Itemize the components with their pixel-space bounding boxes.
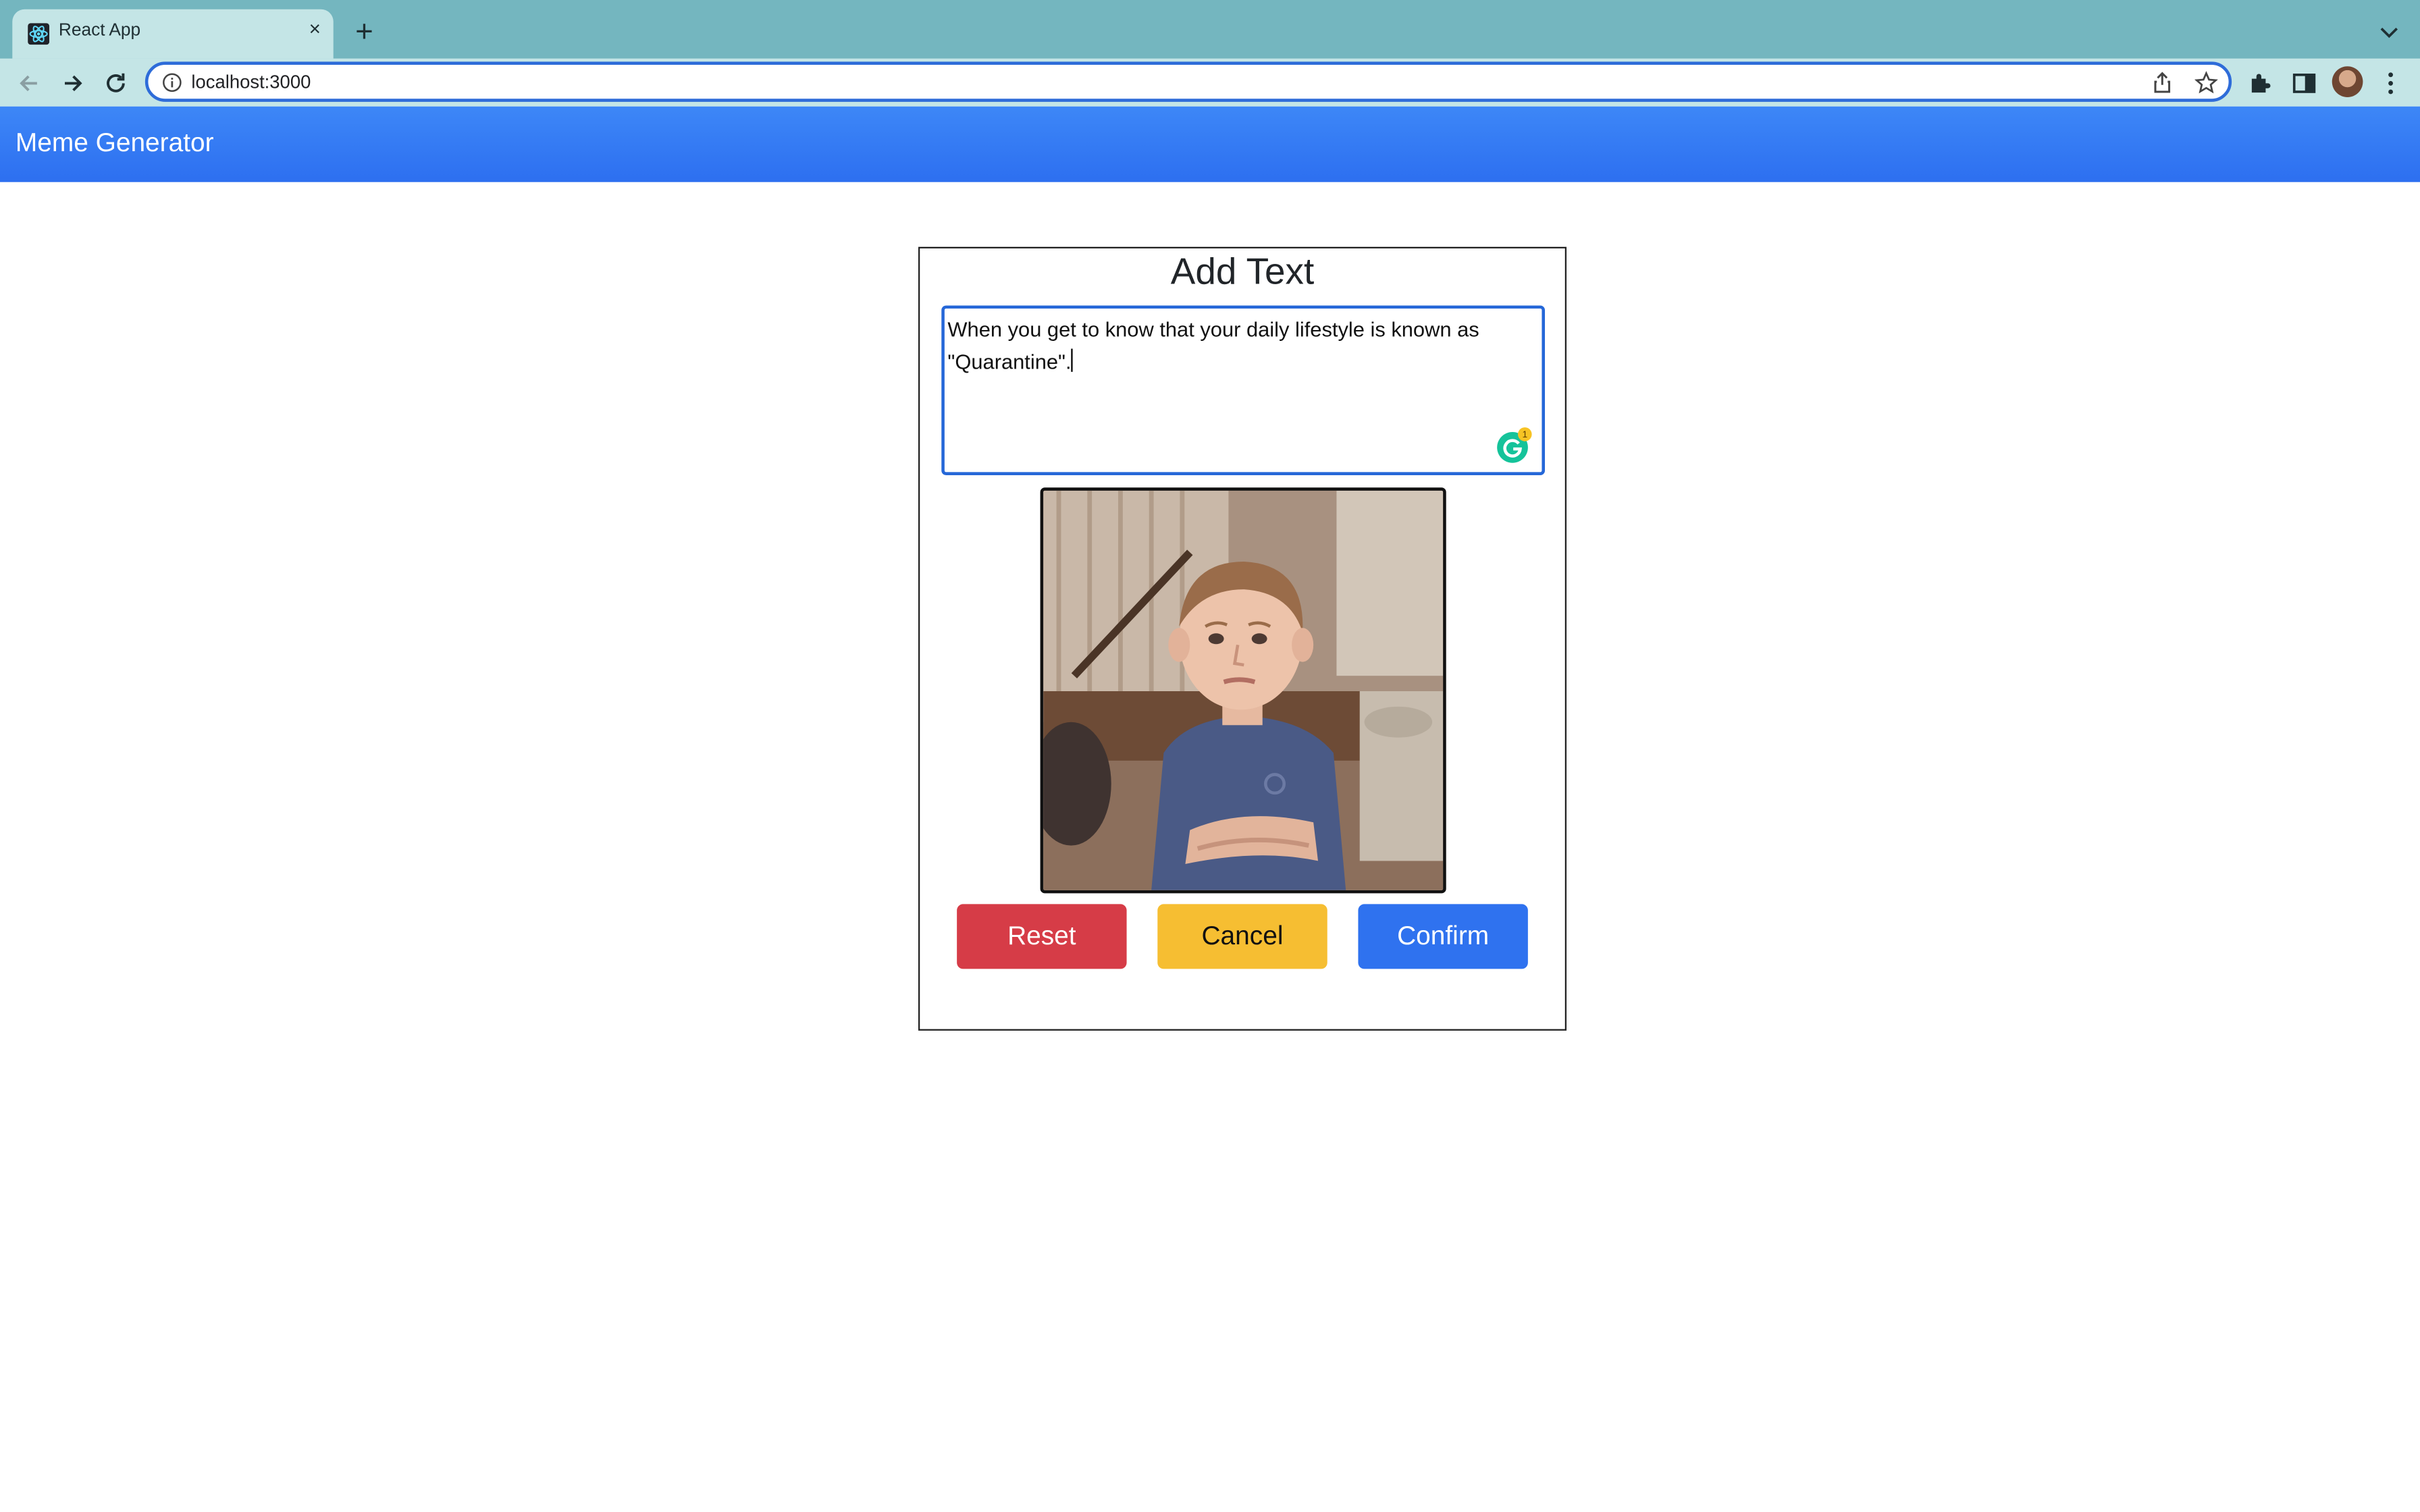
reload-icon[interactable]	[101, 68, 132, 99]
app-navbar: Meme Generator	[0, 106, 2420, 182]
grammarly-badge-count: 1	[1522, 429, 1527, 439]
tab-close-icon[interactable]: ×	[304, 18, 325, 40]
child-arms-crossed-meme-image	[1043, 490, 1444, 890]
navbar-brand[interactable]: Meme Generator	[16, 128, 214, 159]
browser-tab-strip: React App × +	[0, 0, 2420, 59]
url-text[interactable]: localhost:3000	[191, 71, 311, 92]
meme-text-value[interactable]: When you get to know that your daily lif…	[947, 318, 1485, 373]
tab-search-chevron-icon[interactable]	[2378, 22, 2400, 43]
address-bar[interactable]: localhost:3000	[144, 61, 2232, 102]
grammarly-icon[interactable]: 1	[1494, 426, 1534, 466]
browser-toolbar: localhost:3000	[0, 58, 2420, 107]
confirm-button[interactable]: Confirm	[1358, 904, 1528, 969]
forward-arrow-icon[interactable]	[57, 68, 88, 99]
profile-avatar[interactable]	[2332, 66, 2363, 97]
bookmark-star-icon[interactable]	[2194, 71, 2218, 94]
back-arrow-icon[interactable]	[14, 68, 45, 99]
text-caret	[1071, 348, 1073, 372]
meme-image	[1040, 487, 1446, 894]
reset-button[interactable]: Reset	[957, 904, 1127, 969]
share-icon[interactable]	[2151, 71, 2173, 94]
cancel-button[interactable]: Cancel	[1157, 904, 1327, 969]
side-panel-icon[interactable]	[2289, 68, 2320, 99]
add-text-card: Add Text When you get to know that your …	[918, 246, 1567, 1031]
meme-text-input[interactable]: When you get to know that your daily lif…	[941, 305, 1545, 476]
browser-tab[interactable]: React App ×	[12, 9, 334, 59]
new-tab-icon[interactable]: +	[350, 17, 378, 48]
more-menu-icon[interactable]	[2375, 68, 2406, 99]
react-icon	[28, 23, 50, 45]
site-info-icon[interactable]	[162, 72, 182, 92]
extensions-puzzle-icon[interactable]	[2246, 68, 2277, 99]
card-title: Add Text	[1170, 251, 1315, 294]
tab-title: React App	[58, 22, 141, 40]
